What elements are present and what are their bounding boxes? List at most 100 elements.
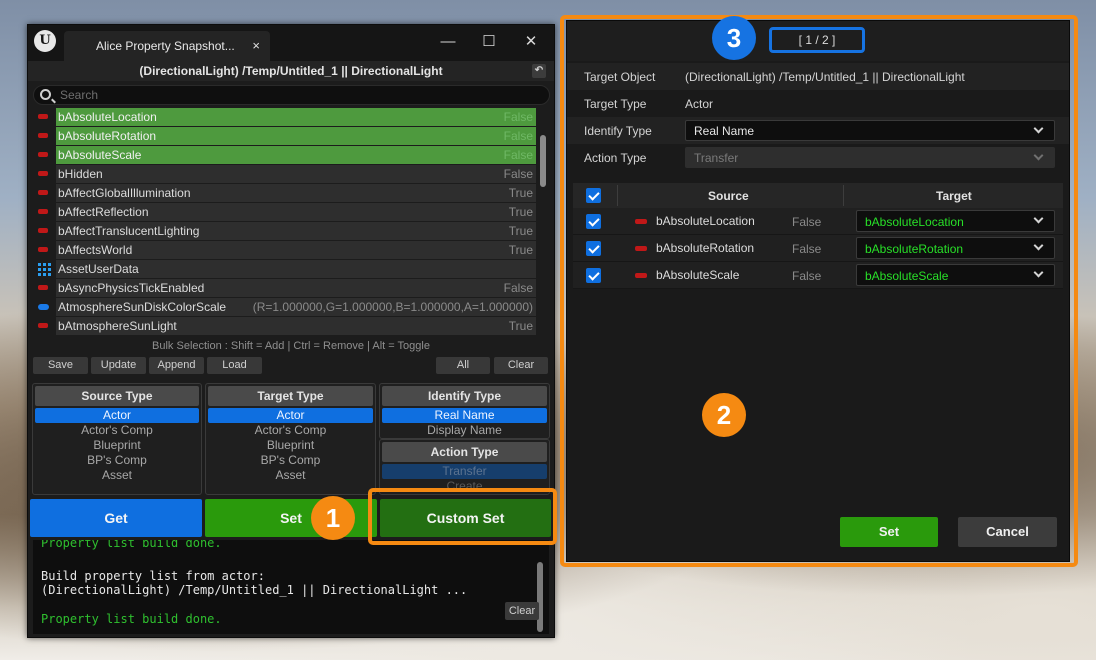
bulk-selection-hint: Bulk Selection : Shift = Add | Ctrl = Re… (152, 340, 430, 352)
property-name: bAffectTranslucentLighting (58, 224, 200, 238)
target-type-option[interactable]: Blueprint (208, 438, 373, 453)
property-row[interactable]: bAbsoluteLocation False (33, 108, 541, 127)
property-row[interactable]: bAsyncPhysicsTickEnabled False (33, 279, 541, 298)
action-type-group: Action Type Transfer Create (379, 439, 550, 495)
bool-pin-icon (38, 228, 48, 233)
property-value: False (503, 129, 533, 143)
property-row[interactable]: AtmosphereSunDiskColorScale (R=1.000000,G… (33, 298, 541, 317)
property-cell: AssetUserData (56, 260, 536, 278)
reset-icon[interactable]: ↶ (532, 64, 546, 78)
log-scrollbar[interactable] (537, 562, 543, 632)
save-button[interactable]: Save (33, 357, 88, 374)
property-row[interactable]: bAtmosphereSunLight True (33, 317, 541, 336)
source-type-option[interactable]: BP's Comp (35, 453, 199, 468)
property-cell: AtmosphereSunDiskColorScale (R=1.000000,G… (56, 298, 536, 316)
property-name: bAsyncPhysicsTickEnabled (58, 281, 205, 295)
identify-type-option[interactable]: Display Name (382, 423, 547, 438)
append-button[interactable]: Append (149, 357, 204, 374)
property-list-scrollbar[interactable] (540, 135, 546, 187)
source-type-option[interactable]: Asset (35, 468, 199, 483)
property-cell: bAffectGlobalIllumination True (56, 184, 536, 202)
search-icon (40, 89, 51, 100)
select-all-button[interactable]: All (436, 357, 490, 374)
source-type-option[interactable]: Actor's Comp (35, 423, 199, 438)
dialog-highlight (560, 15, 1078, 567)
property-value: False (503, 167, 533, 181)
property-cell: bAffectsWorld True (56, 241, 536, 259)
property-name: bAffectGlobalIllumination (58, 186, 191, 200)
bool-pin-icon (38, 323, 48, 328)
bool-pin-icon (38, 247, 48, 252)
property-snapshot-window: U Alice Property Snapshot... × — ☐ ✕ (Di… (27, 24, 555, 638)
property-cell: bAbsoluteRotation False (56, 127, 536, 145)
property-cell: bAbsoluteLocation False (56, 108, 536, 126)
object-path: (DirectionalLight) /Temp/Untitled_1 || D… (139, 64, 443, 78)
tab-close-icon[interactable]: × (252, 38, 260, 53)
log-line: Property list build done. (41, 612, 222, 626)
step-badge-3: 3 (712, 16, 756, 60)
property-row[interactable]: bAbsoluteRotation False (33, 127, 541, 146)
object-path-bar: (DirectionalLight) /Temp/Untitled_1 || D… (28, 61, 554, 81)
property-list[interactable]: bAbsoluteLocation False bAbsoluteRotation F… (33, 108, 541, 336)
step-badge-1: 1 (311, 496, 355, 540)
title-bar[interactable]: U Alice Property Snapshot... × — ☐ ✕ (28, 25, 554, 61)
target-type-group: Target Type Actor Actor's Comp Blueprint BP'… (205, 383, 376, 495)
property-value: False (503, 281, 533, 295)
array-grid-icon (38, 263, 51, 276)
bool-pin-icon (38, 209, 48, 214)
target-type-option[interactable]: Actor (208, 408, 373, 423)
source-type-option[interactable]: Blueprint (35, 438, 199, 453)
property-value: False (503, 148, 533, 162)
search-input[interactable]: Search (60, 88, 98, 102)
target-type-title: Target Type (208, 386, 373, 406)
action-type-title: Action Type (382, 442, 547, 462)
update-button[interactable]: Update (91, 357, 146, 374)
property-value: True (508, 224, 533, 238)
property-value: True (508, 205, 533, 219)
log-line: (DirectionalLight) /Temp/Untitled_1 || D… (41, 583, 468, 597)
search-box[interactable]: Search (33, 85, 550, 105)
output-log: Property list build done. Build property… (33, 540, 549, 634)
property-value: False (503, 110, 533, 124)
load-button[interactable]: Load (207, 357, 262, 374)
clear-selection-button[interactable]: Clear (494, 357, 548, 374)
property-row[interactable]: bAffectTranslucentLighting True (33, 222, 541, 241)
log-line: Build property list from actor: (41, 569, 265, 583)
property-row[interactable]: bAffectsWorld True (33, 241, 541, 260)
bool-pin-icon (38, 285, 48, 290)
minimize-button[interactable]: — (434, 31, 462, 53)
clear-log-button[interactable]: Clear (505, 602, 539, 620)
property-row[interactable]: bAffectGlobalIllumination True (33, 184, 541, 203)
identify-type-title: Identify Type (382, 386, 547, 406)
struct-pin-icon (38, 304, 49, 310)
property-name: bAffectReflection (58, 205, 149, 219)
property-name: bAbsoluteRotation (58, 129, 157, 143)
action-type-option: Transfer (382, 464, 547, 479)
get-button[interactable]: Get (30, 499, 202, 537)
identify-type-option[interactable]: Real Name (382, 408, 547, 423)
custom-set-highlight (368, 488, 557, 545)
close-window-button[interactable]: ✕ (517, 31, 545, 53)
window-tab[interactable]: Alice Property Snapshot... × (64, 31, 270, 61)
bool-pin-icon (38, 133, 48, 138)
window-tab-title: Alice Property Snapshot... (96, 39, 235, 53)
target-type-option[interactable]: Actor's Comp (208, 423, 373, 438)
unreal-logo-icon: U (34, 30, 56, 52)
property-row[interactable]: bAffectReflection True (33, 203, 541, 222)
property-value: True (508, 319, 533, 333)
property-cell: bAffectReflection True (56, 203, 536, 221)
maximize-button[interactable]: ☐ (475, 31, 503, 53)
property-name: bAffectsWorld (58, 243, 133, 257)
property-value: True (508, 186, 533, 200)
step-badge-2: 2 (702, 393, 746, 437)
property-name: bAtmosphereSunLight (58, 319, 177, 333)
property-cell: bAbsoluteScale False (56, 146, 536, 164)
target-type-option[interactable]: BP's Comp (208, 453, 373, 468)
property-row[interactable]: bAbsoluteScale False (33, 146, 541, 165)
property-row[interactable]: bHidden False (33, 165, 541, 184)
target-type-option[interactable]: Asset (208, 468, 373, 483)
property-row[interactable]: AssetUserData (33, 260, 541, 279)
source-type-option[interactable]: Actor (35, 408, 199, 423)
property-name: bAbsoluteScale (58, 148, 142, 162)
bool-pin-icon (38, 171, 48, 176)
